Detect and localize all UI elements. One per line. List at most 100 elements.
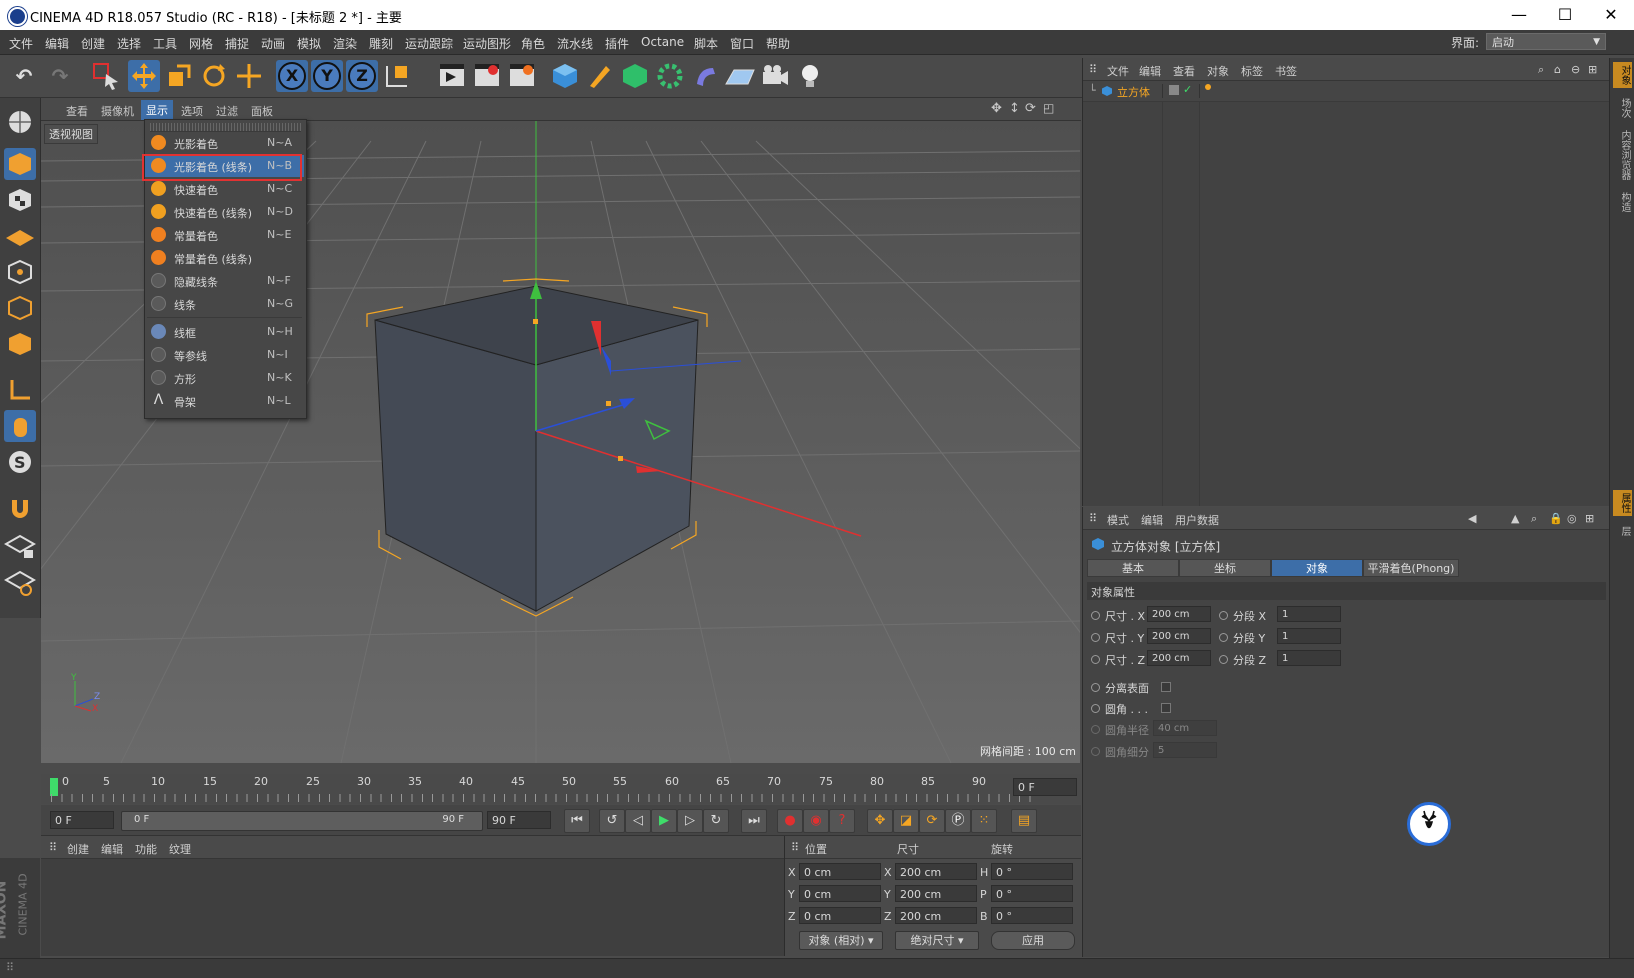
new-panel-icon[interactable]: ⊞: [1585, 512, 1594, 525]
close-button[interactable]: ✕: [1588, 0, 1634, 30]
menu-pipeline[interactable]: 流水线: [557, 35, 593, 52]
rotation-p-field[interactable]: 0 °: [991, 885, 1073, 902]
auto-keying-button[interactable]: ◉: [803, 809, 829, 833]
tab-basic[interactable]: 基本: [1087, 559, 1179, 577]
up-arrow-icon[interactable]: ▲: [1511, 512, 1519, 525]
object-menu-view[interactable]: 查看: [1173, 63, 1195, 79]
visibility-check-icon[interactable]: ✓: [1183, 83, 1192, 96]
move-tool-button[interactable]: [128, 60, 160, 92]
segments-y-input[interactable]: 1: [1277, 628, 1341, 644]
menu-tools[interactable]: 工具: [153, 35, 177, 52]
floor-button[interactable]: [724, 60, 756, 92]
menu-motion-tracking[interactable]: 运动跟踪: [405, 35, 453, 52]
make-editable-button[interactable]: [4, 106, 36, 138]
menu-select[interactable]: 选择: [117, 35, 141, 52]
render-to-picture-viewer-button[interactable]: [471, 60, 503, 92]
search-icon[interactable]: ⌕: [1531, 512, 1537, 526]
menu-help[interactable]: 帮助: [766, 35, 790, 52]
edges-mode-button[interactable]: [4, 292, 36, 324]
pen-spline-button[interactable]: [584, 60, 616, 92]
material-menu-texture[interactable]: 纹理: [169, 841, 191, 857]
timeline-ruler[interactable]: 0 5 10 15 20 25 30 35 40 45 50 55 60 65 …: [41, 774, 1081, 804]
animate-radio[interactable]: [1219, 611, 1228, 620]
animate-radio[interactable]: [1091, 704, 1100, 713]
size-y-field[interactable]: 200 cm: [895, 885, 977, 902]
size-z-input[interactable]: 200 cm: [1147, 650, 1211, 666]
record-rotation-button[interactable]: ⟳: [919, 809, 945, 833]
attribute-menu-user-data[interactable]: 用户数据: [1175, 512, 1219, 528]
menu-item-skeleton[interactable]: Λ 骨架 N~L: [145, 390, 304, 412]
menu-item-quick-lines[interactable]: 快速着色 (线条) N~D: [145, 201, 304, 223]
object-menu-edit[interactable]: 编辑: [1139, 63, 1161, 79]
viewport-menu-display[interactable]: 显示: [141, 100, 173, 120]
animate-radio[interactable]: [1091, 633, 1100, 642]
start-frame-field[interactable]: 0 F: [50, 811, 114, 829]
tab-structure[interactable]: 构造: [1613, 192, 1632, 212]
record-keys-button[interactable]: ●: [777, 809, 803, 833]
viewport-maximize-icon[interactable]: ◰: [1043, 101, 1054, 115]
size-z-field[interactable]: 200 cm: [895, 907, 977, 924]
material-menu-edit[interactable]: 编辑: [101, 841, 123, 857]
viewport-menu-panel[interactable]: 面板: [251, 103, 273, 119]
tab-coordinates[interactable]: 坐标: [1179, 559, 1271, 577]
redo-button[interactable]: ↷: [44, 60, 76, 92]
record-parameter-button[interactable]: Ⓟ: [945, 809, 971, 833]
record-point-level-button[interactable]: ⁙: [971, 809, 997, 833]
previous-frame-button[interactable]: ◁: [625, 809, 651, 833]
attribute-menu-edit[interactable]: 编辑: [1141, 512, 1163, 528]
size-x-input[interactable]: 200 cm: [1147, 606, 1211, 622]
z-axis-lock-button[interactable]: Z: [346, 60, 378, 92]
menu-item-gouraud-shading[interactable]: 光影着色 N~A: [145, 132, 304, 154]
panel-grip-icon[interactable]: ⠿: [49, 841, 57, 854]
segments-z-input[interactable]: 1: [1277, 650, 1341, 666]
menu-item-constant-lines[interactable]: 常量着色 (线条): [145, 247, 304, 269]
object-menu-bookmarks[interactable]: 书签: [1275, 63, 1297, 79]
back-arrow-icon[interactable]: ◀: [1468, 512, 1476, 525]
tab-attributes[interactable]: 属性: [1613, 490, 1632, 516]
workplane-mode-button[interactable]: [4, 220, 36, 252]
panel-grip-icon[interactable]: ⠿: [1089, 512, 1097, 525]
undo-button[interactable]: ↶: [8, 60, 40, 92]
panel-grip-icon[interactable]: ⠿: [791, 841, 799, 854]
object-menu-file[interactable]: 文件: [1107, 63, 1129, 79]
menu-character[interactable]: 角色: [521, 35, 545, 52]
lock-icon[interactable]: 🔒: [1549, 512, 1563, 525]
menu-snap[interactable]: 捕捉: [225, 35, 249, 52]
rotation-h-field[interactable]: 0 °: [991, 863, 1073, 880]
frame-range-slider[interactable]: 0 F 90 F: [121, 811, 483, 831]
record-position-button[interactable]: ✥: [867, 809, 893, 833]
tab-content-browser[interactable]: 内容浏览器: [1613, 130, 1632, 180]
object-name-label[interactable]: 立方体: [1117, 84, 1150, 100]
cube-object-button[interactable]: [549, 60, 581, 92]
polygons-mode-button[interactable]: [4, 328, 36, 360]
menu-item-constant-shading[interactable]: 常量着色 N~E: [145, 224, 304, 246]
new-panel-icon[interactable]: ⊞: [1588, 63, 1597, 76]
menu-item-isoparms[interactable]: 等参线 N~I: [145, 344, 304, 366]
layer-icon[interactable]: [1169, 85, 1179, 95]
live-selection-button[interactable]: [90, 60, 122, 92]
size-mode-select[interactable]: 绝对尺寸 ▾: [895, 931, 979, 950]
menu-item-lines[interactable]: 线条 N~G: [145, 293, 304, 315]
go-to-start-button[interactable]: ⏮: [564, 809, 590, 833]
array-button[interactable]: [654, 60, 686, 92]
phong-tag-icon[interactable]: [1205, 84, 1211, 90]
rotate-tool-button[interactable]: [198, 60, 230, 92]
viewport-rotate-icon[interactable]: ⟳: [1025, 101, 1036, 116]
menu-item-hidden-line[interactable]: 隐藏线条 N~F: [145, 270, 304, 292]
menu-simulate[interactable]: 模拟: [297, 35, 321, 52]
object-menu-tags[interactable]: 标签: [1241, 63, 1263, 79]
position-z-field[interactable]: 0 cm: [799, 907, 881, 924]
attribute-menu-mode[interactable]: 模式: [1107, 512, 1129, 528]
axis-mode-button[interactable]: [4, 374, 36, 406]
scale-tool-button[interactable]: [163, 60, 195, 92]
coordinate-mode-select[interactable]: 对象 (相对) ▾: [799, 931, 883, 950]
menu-plugins[interactable]: 插件: [605, 35, 629, 52]
snap-button[interactable]: [4, 492, 36, 524]
menu-create[interactable]: 创建: [81, 35, 105, 52]
menu-mograph[interactable]: 运动图形: [463, 35, 511, 52]
material-menu-function[interactable]: 功能: [135, 841, 157, 857]
play-button[interactable]: ▶: [651, 809, 677, 833]
viewport-move-icon[interactable]: ✥: [991, 101, 1002, 116]
viewport-zoom-icon[interactable]: ↕: [1009, 101, 1020, 116]
menu-animate[interactable]: 动画: [261, 35, 285, 52]
